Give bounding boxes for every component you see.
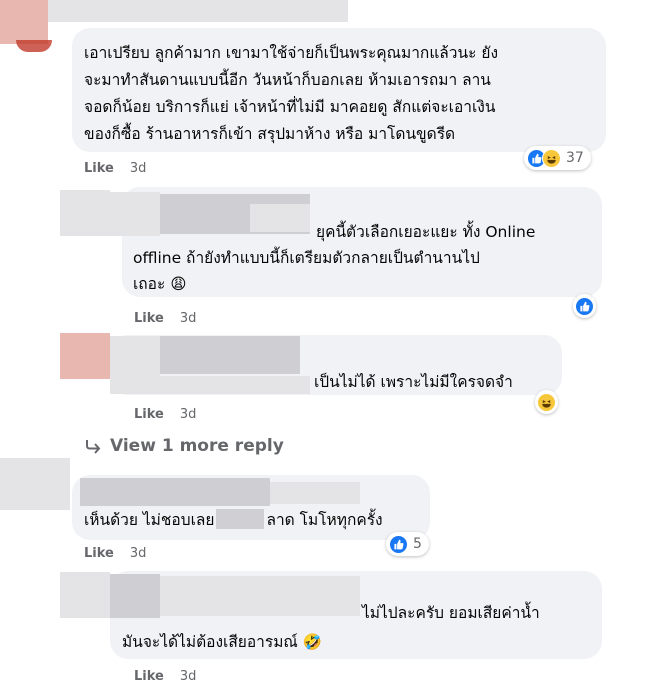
like-button-5[interactable]: Like — [134, 669, 164, 684]
comment-meta-1: Like 3d — [84, 161, 146, 177]
comment-1-line-2: จะมาทำสันดานแบบนี้อีก วันหน้าก็บอกเลย ห้… — [84, 71, 491, 89]
reaction-summary-4[interactable]: 5 — [386, 532, 429, 556]
comment-2-line-2: offline ถ้ายังทำแบบนี้ก็เตรียมตัวกลายเป็… — [133, 249, 480, 267]
redacted-word — [216, 509, 265, 529]
comment-5-line-2: มันจะได้ไม่ต้องเสียอารมณ์ 🤣 — [122, 633, 323, 651]
avatar-blurred — [0, 0, 48, 44]
comment-meta-2: Like 3d — [134, 311, 196, 327]
comment-2-line-1: ยุคนี้ตัวเลือกเยอะแยะ ทั้ง Online — [316, 223, 536, 241]
timestamp-4[interactable]: 3d — [130, 546, 147, 561]
name-blurred-5b — [160, 576, 360, 616]
reaction-count-1: 37 — [566, 150, 584, 166]
comment-1-line-4: ของก็ซื้อ ร้านอาหารก็เข้า สรุปมาห้าง หรื… — [84, 125, 456, 143]
name-blurred-3b — [160, 336, 300, 374]
comment-meta-5: Like 3d — [134, 669, 196, 685]
timestamp-2[interactable]: 3d — [180, 311, 197, 326]
avatar-blurred-5 — [60, 572, 110, 618]
avatar-blurred-2 — [60, 190, 110, 236]
reaction-summary-1[interactable]: 37 — [524, 146, 591, 170]
name-blurred-4b — [270, 482, 360, 504]
like-button-4[interactable]: Like — [84, 546, 114, 561]
avatar-blurred-3 — [60, 333, 110, 379]
name-blurred-3 — [110, 336, 160, 376]
haha-icon — [542, 148, 561, 168]
reaction-count-4: 5 — [413, 536, 422, 552]
timestamp-5[interactable]: 3d — [180, 669, 197, 684]
like-icon — [389, 534, 408, 554]
name-blurred-3c — [110, 376, 310, 394]
view-more-label: View 1 more reply — [110, 436, 284, 456]
comment-meta-4: Like 3d — [84, 546, 146, 562]
reaction-summary-2[interactable] — [573, 294, 596, 318]
like-button-3[interactable]: Like — [134, 407, 164, 422]
name-blurred-2c — [250, 204, 310, 232]
rofl-icon: 🤣 — [302, 633, 323, 651]
weary-face-icon: 😩 — [170, 275, 187, 293]
name-blurred-2 — [110, 192, 160, 236]
comment-meta-3: Like 3d — [134, 407, 196, 423]
view-more-replies-button[interactable]: View 1 more reply — [84, 436, 284, 456]
comment-2-line-3: เถอะ 😩 — [133, 275, 187, 293]
comment-4-line-1: เห็นด้วย ไม่ชอบเลย ลาด โมโหทุกครั้ง — [84, 509, 383, 529]
name-blurred — [48, 0, 348, 22]
timestamp-1[interactable]: 3d — [130, 161, 147, 176]
name-blurred-4 — [80, 478, 270, 506]
reply-arrow-icon — [86, 440, 101, 454]
name-blurred-5 — [110, 574, 160, 618]
timestamp-3[interactable]: 3d — [180, 407, 197, 422]
comment-1-line-3: จอดก็น้อย บริการก็แย่ เจ้าหน้าที่ไม่มี ม… — [84, 98, 496, 116]
comment-3-line-1: เป็นไม่ได้ เพราะไม่มีใครจดจำ — [314, 373, 513, 391]
like-button-2[interactable]: Like — [134, 311, 164, 326]
haha-icon — [537, 392, 556, 412]
comment-5-line-1: ไม่ไปละครับ ยอมเสียค่าน้ำ — [362, 604, 540, 622]
comment-1-line-1: เอาเปรียบ ลูกค้ามาก เขามาใช้จ่ายก็เป็นพร… — [84, 44, 499, 62]
reaction-summary-3[interactable] — [535, 390, 558, 414]
like-button-1[interactable]: Like — [84, 161, 114, 176]
avatar-blurred-4 — [0, 458, 70, 510]
like-icon — [575, 296, 594, 316]
avatar-badge-icon — [16, 40, 52, 52]
